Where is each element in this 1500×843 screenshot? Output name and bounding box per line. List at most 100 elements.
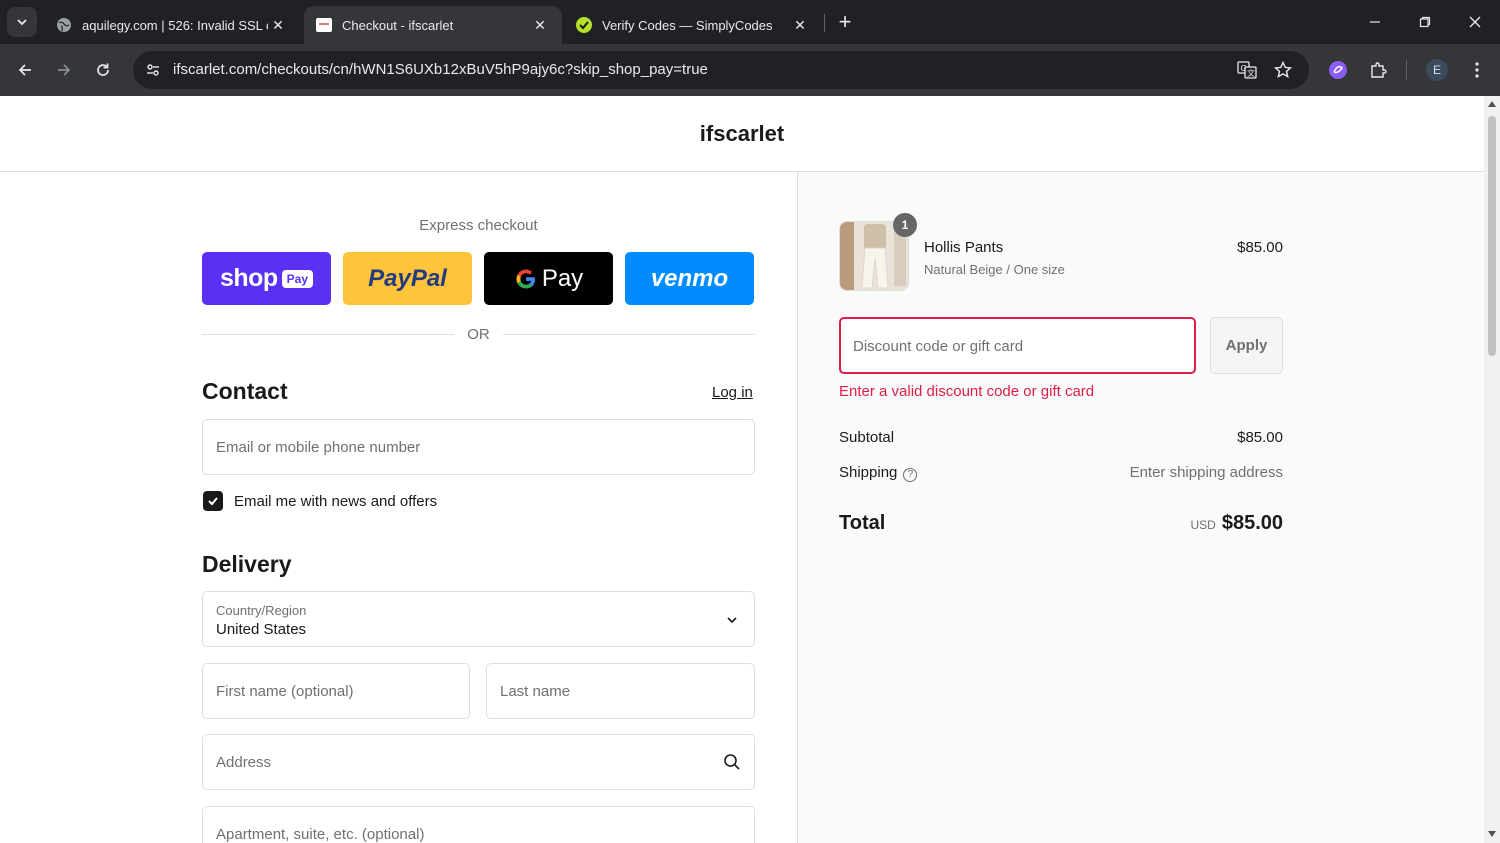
express-checkout-label: Express checkout [419,217,538,234]
close-window-button[interactable] [1450,0,1500,44]
tune-icon [147,64,159,76]
google-pay-button[interactable]: Pay [484,252,613,305]
country-value: United States [216,621,307,638]
svg-text:文: 文 [1247,68,1255,78]
browser-tab-bar: aquilegy.com | 526: Invalid SSL c ✕ Chec… [0,0,1500,44]
shipping-label: Shipping [839,464,898,481]
arrow-left-icon [18,64,31,76]
product-name: Hollis Pants [924,239,1004,256]
venmo-logo-text: venmo [650,264,729,292]
checkmark-icon [208,497,218,506]
tab-checkout[interactable]: Checkout - ifscarlet ✕ [304,6,562,44]
tab-search-button[interactable] [7,7,37,37]
newsletter-checkbox[interactable] [203,491,223,511]
url-text: ifscarlet.com/checkouts/cn/hWN1S6UXb12xB… [173,61,708,78]
toolbar-divider [1406,60,1407,80]
shipping-label-row: Shipping? [839,464,918,482]
address-bar[interactable]: ifscarlet.com/checkouts/cn/hWN1S6UXb12xB… [133,51,1309,89]
bookmark-button[interactable] [1271,58,1295,82]
site-favicon-icon [316,18,332,32]
total-value-row: USD $85.00 [1190,512,1283,535]
tab-simplycodes[interactable]: Verify Codes — SimplyCodes ✕ [564,6,822,44]
extension-button[interactable] [1324,56,1352,84]
reload-button[interactable] [87,54,119,86]
tab-title: Verify Codes — SimplyCodes [602,17,773,33]
tab-divider [824,14,825,32]
product-variant: Natural Beige / One size [924,262,1065,277]
forward-button[interactable] [48,54,80,86]
paypal-logo-text: PayPal [368,264,447,292]
restore-icon [1419,16,1431,28]
total-currency: USD [1190,518,1216,532]
close-icon[interactable]: ✕ [268,15,288,35]
browser-toolbar: ifscarlet.com/checkouts/cn/hWN1S6UXb12xB… [0,44,1500,96]
login-link[interactable]: Log in [712,384,753,401]
delivery-heading: Delivery [202,551,292,577]
paypal-button[interactable]: PayPal [343,252,472,305]
extensions-menu-button[interactable] [1364,56,1392,84]
store-header: ifscarlet [0,96,1484,172]
close-icon [1469,16,1481,28]
chevron-down-icon [727,617,737,624]
last-name-field[interactable]: Last name [486,663,755,719]
google-g-icon [516,269,535,288]
scroll-thumb[interactable] [1488,116,1496,356]
new-tab-button[interactable]: + [832,9,858,35]
profile-button[interactable]: E [1423,56,1451,84]
apartment-placeholder: Apartment, suite, etc. (optional) [216,826,425,843]
shipping-value: Enter shipping address [1129,464,1283,481]
minimize-icon [1370,21,1380,23]
close-icon[interactable]: ✕ [530,15,550,35]
browser-menu-button[interactable] [1463,56,1491,84]
tab-title: aquilegy.com | 526: Invalid SSL c [82,17,268,33]
scroll-down-arrow[interactable] [1488,831,1496,837]
shop-pay-button[interactable]: shop Pay [202,252,331,305]
email-field[interactable]: Email or mobile phone number [202,419,755,475]
site-info-button[interactable] [141,58,165,82]
more-vert-icon [1475,62,1479,78]
translate-button[interactable]: G文 [1235,58,1259,82]
search-icon [724,754,740,770]
help-icon[interactable]: ? [903,468,918,482]
discount-error-message: Enter a valid discount code or gift card [839,383,1095,400]
chevron-down-icon [17,19,27,26]
tab-aquilegy[interactable]: aquilegy.com | 526: Invalid SSL c ✕ [44,6,300,44]
contact-heading: Contact [202,378,288,404]
country-select[interactable]: Country/Region United States [202,591,755,647]
apartment-field[interactable]: Apartment, suite, etc. (optional) [202,806,755,843]
checkout-page: ifscarlet Express checkout shop Pay PayP… [0,96,1484,843]
extension-logo-icon [1329,61,1347,79]
discount-placeholder: Discount code or gift card [853,338,1024,355]
total-label: Total [839,512,886,534]
quantity-badge: 1 [893,213,917,237]
email-placeholder: Email or mobile phone number [216,439,421,456]
restore-button[interactable] [1400,0,1450,44]
venmo-button[interactable]: venmo [625,252,754,305]
star-icon [1274,61,1292,79]
scroll-up-arrow[interactable] [1488,101,1496,107]
minimize-button[interactable] [1350,0,1400,44]
last-name-placeholder: Last name [500,683,571,700]
translate-icon: G文 [1237,61,1257,79]
simplycodes-icon [576,17,592,33]
discount-code-input[interactable]: Discount code or gift card [839,317,1196,374]
google-pay-text: Pay [541,264,584,292]
store-name[interactable]: ifscarlet [0,121,1484,147]
or-divider: OR [202,326,755,344]
or-text: OR [467,326,490,343]
product-price: $85.00 [1237,239,1283,256]
close-icon[interactable]: ✕ [790,15,810,35]
subtotal-label: Subtotal [839,429,895,446]
total-amount: $85.00 [1221,512,1283,534]
avatar: E [1426,59,1448,81]
reload-icon [97,63,109,76]
apply-discount-button[interactable]: Apply [1210,317,1283,374]
address-field[interactable]: Address [202,734,755,790]
shop-pay-text: shop [219,264,278,292]
arrow-right-icon [58,64,71,76]
newsletter-label[interactable]: Email me with news and offers [234,493,437,510]
first-name-field[interactable]: First name (optional) [202,663,470,719]
back-button[interactable] [9,54,41,86]
country-label: Country/Region [216,603,307,618]
page-scrollbar[interactable] [1484,96,1500,843]
